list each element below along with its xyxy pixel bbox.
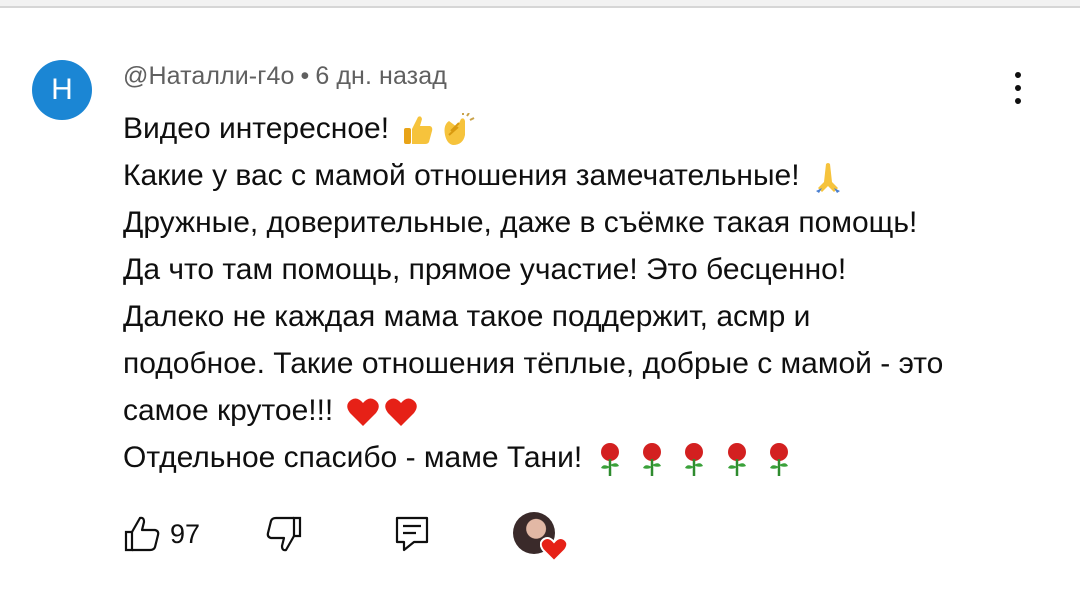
comment-line-text: Какие у вас с мамой отношения замечатель… bbox=[123, 159, 800, 192]
comment-line: Далеко не каждая мама такое поддержит, а… bbox=[123, 293, 1043, 340]
avatar-letter: Н bbox=[51, 73, 73, 106]
clapping-hands-emoji-icon bbox=[444, 113, 475, 146]
comment-line: самое крутое!!! bbox=[123, 387, 1043, 434]
comment-line: Какие у вас с мамой отношения замечатель… bbox=[123, 152, 1043, 199]
dislike-button[interactable] bbox=[264, 508, 304, 560]
meta-separator: • bbox=[300, 62, 310, 90]
author-avatar[interactable]: Н bbox=[32, 60, 92, 120]
comment-line: Дружные, доверительные, даже в съёмке та… bbox=[123, 199, 1043, 246]
rose-emoji-icon bbox=[769, 443, 788, 477]
comment-line-text: Далеко не каждая мама такое поддержит, а… bbox=[123, 300, 811, 333]
comment-line-text: Да что там помощь, прямое участие! Это б… bbox=[123, 253, 847, 286]
author-name[interactable]: @Наталли-г4о bbox=[123, 62, 294, 90]
creator-heart-icon bbox=[540, 537, 568, 562]
comment-line: подобное. Такие отношения тёплые, добрые… bbox=[123, 340, 1043, 387]
more-options-button[interactable] bbox=[1003, 68, 1033, 108]
comment-time: 6 дн. назад bbox=[315, 62, 447, 90]
rose-emoji-icon bbox=[685, 443, 704, 477]
red-heart-emoji-icon bbox=[384, 398, 417, 427]
folded-hands-emoji-icon bbox=[815, 163, 840, 194]
rose-emoji-group bbox=[591, 441, 794, 477]
comment-line: Видео интересное! bbox=[123, 105, 1043, 152]
red-heart-emoji-icon bbox=[346, 398, 379, 427]
comment-line: Отдельное спасибо - маме Тани! bbox=[123, 434, 1043, 481]
comment-line-text: Видео интересное! bbox=[123, 112, 390, 145]
more-dot-icon bbox=[1015, 98, 1021, 104]
rose-emoji-icon bbox=[642, 443, 661, 477]
thumbs-down-outline-icon bbox=[266, 516, 302, 552]
more-dot-icon bbox=[1015, 72, 1021, 78]
comment-line-text: подобное. Такие отношения тёплые, добрые… bbox=[123, 347, 944, 380]
rose-emoji-icon bbox=[600, 443, 619, 477]
reply-comment-icon bbox=[395, 516, 429, 552]
thumbs-up-emoji-icon bbox=[404, 116, 433, 145]
comment-line: Да что там помощь, прямое участие! Это б… bbox=[123, 246, 1043, 293]
more-dot-icon bbox=[1015, 85, 1021, 91]
thumbs-up-outline-icon bbox=[124, 516, 160, 552]
reply-button[interactable] bbox=[394, 508, 430, 560]
rose-emoji-icon bbox=[727, 443, 746, 477]
comment-line-text: Дружные, доверительные, даже в съёмке та… bbox=[123, 206, 918, 239]
comment-meta: @Наталли-г4о • 6 дн. назад bbox=[123, 62, 447, 91]
like-count: 97 bbox=[170, 518, 201, 549]
comment-text: Видео интересное! Какие у вас с мамой от… bbox=[123, 105, 1043, 481]
comment-line-text: Отдельное спасибо - маме Тани! bbox=[123, 441, 583, 474]
comment-line-text: самое крутое!!! bbox=[123, 394, 334, 427]
like-button[interactable]: 97 bbox=[122, 508, 200, 560]
comment-actions: 97 bbox=[0, 508, 1080, 562]
